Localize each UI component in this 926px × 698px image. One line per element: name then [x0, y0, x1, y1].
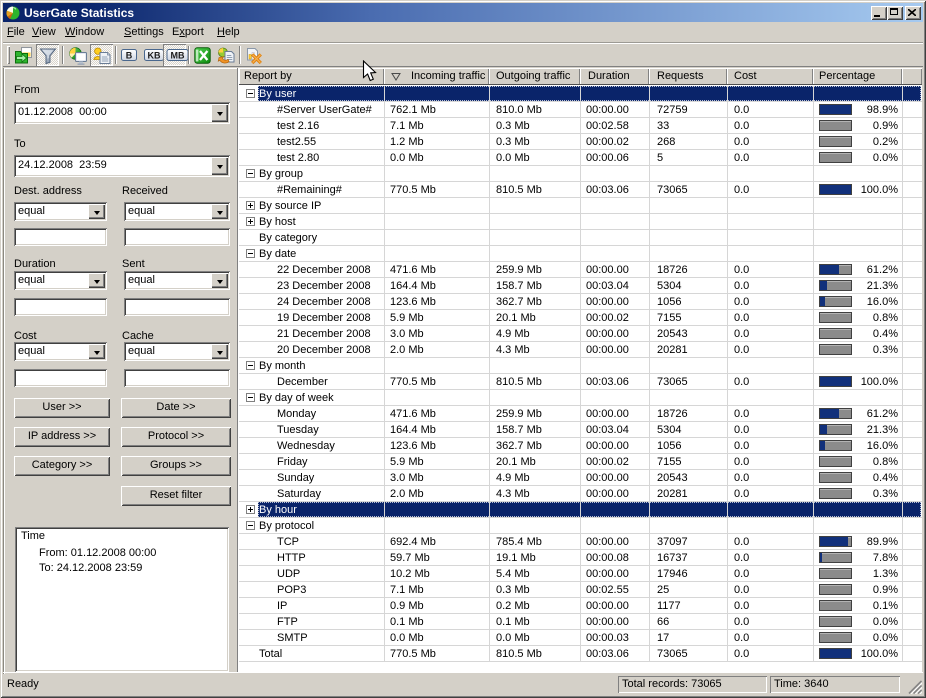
svg-text:MB: MB	[171, 51, 185, 61]
svg-text:KB: KB	[148, 51, 161, 61]
svg-text:B: B	[126, 51, 133, 61]
